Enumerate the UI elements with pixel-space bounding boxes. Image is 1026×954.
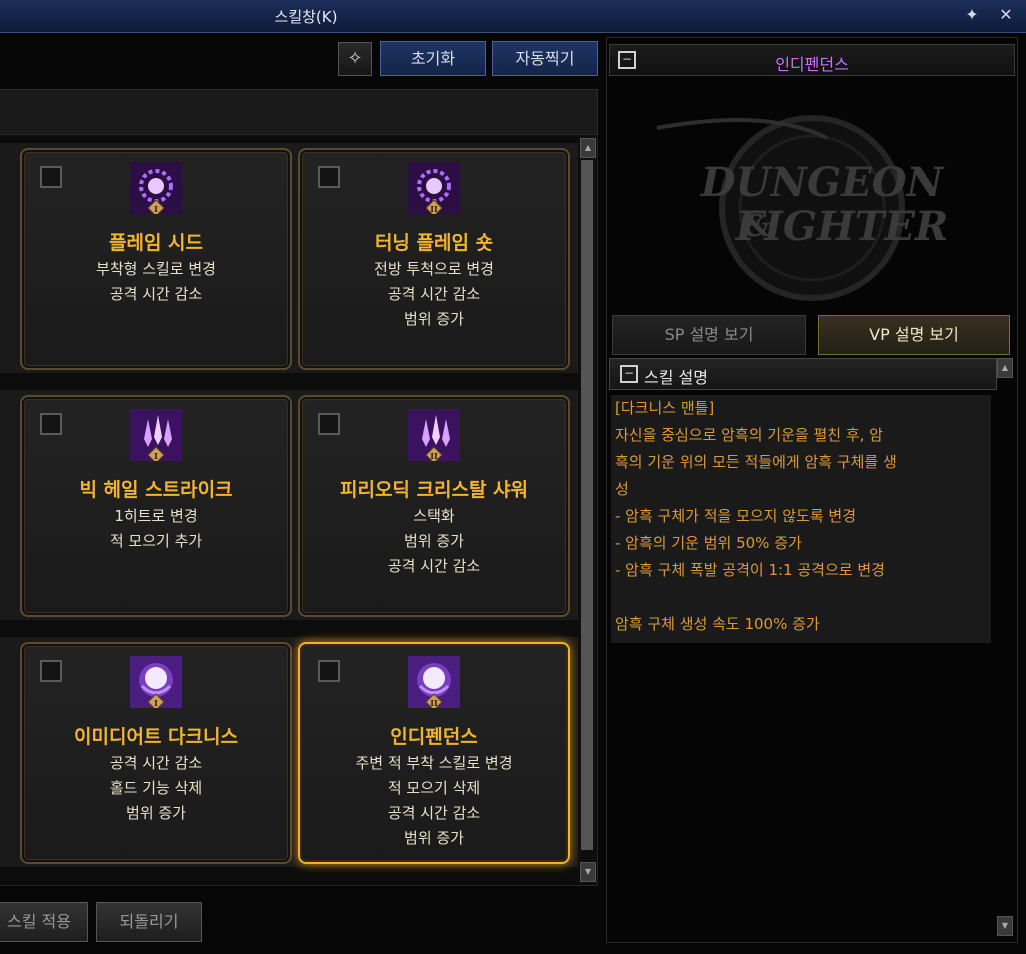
desc-scroll-up-icon[interactable]: ▲ (997, 358, 1013, 378)
svg-text:II: II (430, 451, 438, 461)
skill-card[interactable]: II 터닝 플레임 숏전방 투척으로 변경공격 시간 감소범위 증가 (298, 148, 570, 370)
reset-button[interactable]: 초기화 (380, 41, 486, 76)
close-icon[interactable]: ✕ (996, 5, 1016, 25)
skill-grid-scrollbar[interactable]: ▲ ▼ (578, 136, 596, 884)
skill-card[interactable]: II 피리오딕 크리스탈 샤워스택화범위 증가공격 시간 감소 (298, 395, 570, 617)
skill-name: 이미디어트 다크니스 (74, 726, 238, 748)
skill-effect-line: 공격 시간 감소 (109, 285, 203, 303)
skill-card[interactable]: II 인디펜던스주변 적 부착 스킬로 변경적 모으기 삭제공격 시간 감소범위 … (298, 642, 570, 864)
skill-effect-line: 범위 증가 (404, 829, 464, 847)
skill-effect-line: 범위 증가 (404, 310, 464, 328)
description-line (615, 584, 991, 611)
skill-checkbox[interactable] (40, 413, 62, 435)
skill-filter-icon-button[interactable]: ✧ (338, 42, 372, 76)
skill-checkbox[interactable] (318, 413, 340, 435)
skill-effect-line: 공격 시간 감소 (387, 557, 481, 575)
skill-description-header[interactable]: − 스킬 설명 (609, 358, 997, 390)
skill-checkbox[interactable] (40, 166, 62, 188)
revert-button[interactable]: 되돌리기 (96, 902, 202, 942)
skill-card[interactable]: I 빅 헤일 스트라이크 1히트로 변경적 모으기 추가 (20, 395, 292, 617)
skill-name: 플레임 시드 (108, 232, 203, 254)
description-line: 암흑 구체 생성 속도 100% 증가 (615, 615, 820, 633)
skill-name: 인디펜던스 (390, 726, 478, 748)
svg-text:DUNGEON: DUNGEON (700, 159, 945, 206)
description-line: - 암흑 구체 폭발 공격이 1:1 공격으로 변경 (615, 561, 885, 579)
desc-scroll-down-icon[interactable]: ▼ (997, 916, 1013, 936)
dark-orb-icon: I (130, 656, 182, 711)
skill-effects: 전방 투척으로 변경공격 시간 감소범위 증가 (300, 257, 568, 332)
skill-effect-line: 공격 시간 감소 (109, 754, 203, 772)
scroll-thumb[interactable] (581, 160, 593, 850)
skill-effects: 1히트로 변경적 모으기 추가 (22, 504, 290, 554)
svg-text:II: II (430, 204, 438, 214)
description-line: - 암흑의 기운 범위 50% 증가 (615, 534, 802, 552)
description-line: 자신을 중심으로 암흑의 기운을 펼친 후, 암 (615, 426, 883, 444)
skill-checkbox[interactable] (318, 166, 340, 188)
skill-effect-line: 적 모으기 추가 (109, 532, 203, 550)
skill-card[interactable]: I 플레임 시드부착형 스킬로 변경공격 시간 감소 (20, 148, 292, 370)
scroll-up-icon[interactable]: ▲ (580, 138, 596, 158)
skill-effect-line: 적 모으기 삭제 (387, 779, 481, 797)
skill-effect-line: 범위 증가 (126, 804, 186, 822)
description-line: [다크니스 맨틀] (615, 399, 715, 417)
svg-text:II: II (430, 698, 438, 708)
tab-vp-description[interactable]: VP 설명 보기 (818, 315, 1010, 355)
tab-sp-description[interactable]: SP 설명 보기 (612, 315, 806, 355)
skill-effect-line: 공격 시간 감소 (387, 285, 481, 303)
skill-effect-line: 범위 증가 (404, 532, 464, 550)
skill-effect-line: 스택화 (413, 507, 455, 525)
skill-effect-line: 1히트로 변경 (114, 507, 198, 525)
pin-icon[interactable]: ✦ (962, 5, 982, 25)
description-scrollbar[interactable]: ▲ ▼ (997, 358, 1013, 938)
skill-checkbox[interactable] (40, 660, 62, 682)
skill-effect-line: 주변 적 부착 스킬로 변경 (355, 754, 513, 772)
dungeon-fighter-logo: DUNGEON & FIGHTER (656, 115, 949, 301)
dark-orb-icon: II (408, 656, 460, 711)
scroll-down-icon[interactable]: ▼ (580, 862, 596, 882)
skill-detail-title: 인디펜던스 (775, 55, 849, 74)
skill-effects: 주변 적 부착 스킬로 변경적 모으기 삭제공격 시간 감소범위 증가 (300, 751, 568, 851)
skill-detail-panel: − 인디펜던스 DUNGEON & FIGHTER SP 설명 보기 VP 설명… (606, 37, 1018, 943)
window-title: 스킬창(K) (274, 8, 338, 26)
svg-text:I: I (154, 451, 158, 461)
auto-learn-button[interactable]: 자동찍기 (492, 41, 598, 76)
skill-effects: 부착형 스킬로 변경공격 시간 감소 (22, 257, 290, 307)
collapse-description-icon[interactable]: − (620, 365, 638, 383)
skill-name: 터닝 플레임 숏 (374, 232, 494, 254)
skill-name: 빅 헤일 스트라이크 (79, 479, 233, 501)
dark-ring-icon: I (130, 162, 182, 217)
skill-name: 피리오딕 크리스탈 샤워 (339, 479, 529, 501)
crystal-shard-icon: II (408, 409, 460, 464)
skill-checkbox[interactable] (318, 660, 340, 682)
skill-effect-line: 홀드 기능 삭제 (109, 779, 203, 797)
crystal-shard-icon: I (130, 409, 182, 464)
window-title-bar[interactable]: 스킬창(K) ✦ ✕ (0, 0, 1026, 33)
skill-category-bar (0, 89, 598, 135)
description-line: 흑의 기운 위의 모든 적들에게 암흑 구체를 생 (615, 453, 897, 471)
svg-text:FIGHTER: FIGHTER (735, 203, 949, 250)
svg-text:I: I (154, 204, 158, 214)
skill-detail-header: − 인디펜던스 (609, 44, 1015, 76)
skill-effects: 스택화범위 증가공격 시간 감소 (300, 504, 568, 579)
description-line: - 암흑 구체가 적을 모으지 않도록 변경 (615, 507, 857, 525)
skill-effect-line: 전방 투척으로 변경 (374, 260, 494, 278)
apply-skill-button[interactable]: 스킬 적용 (0, 902, 88, 942)
description-line: 성 (615, 480, 629, 498)
skill-effects: 공격 시간 감소홀드 기능 삭제범위 증가 (22, 751, 290, 826)
skill-description-label: 스킬 설명 (644, 368, 708, 387)
skill-description-text: [다크니스 맨틀] 자신을 중심으로 암흑의 기운을 펼친 후, 암흑의 기운 위… (611, 395, 991, 643)
dark-ring-icon: II (408, 162, 460, 217)
svg-text:I: I (154, 698, 158, 708)
skill-card[interactable]: I 이미디어트 다크니스공격 시간 감소홀드 기능 삭제범위 증가 (20, 642, 292, 864)
skill-effect-line: 부착형 스킬로 변경 (96, 260, 216, 278)
skill-effect-line: 공격 시간 감소 (387, 804, 481, 822)
